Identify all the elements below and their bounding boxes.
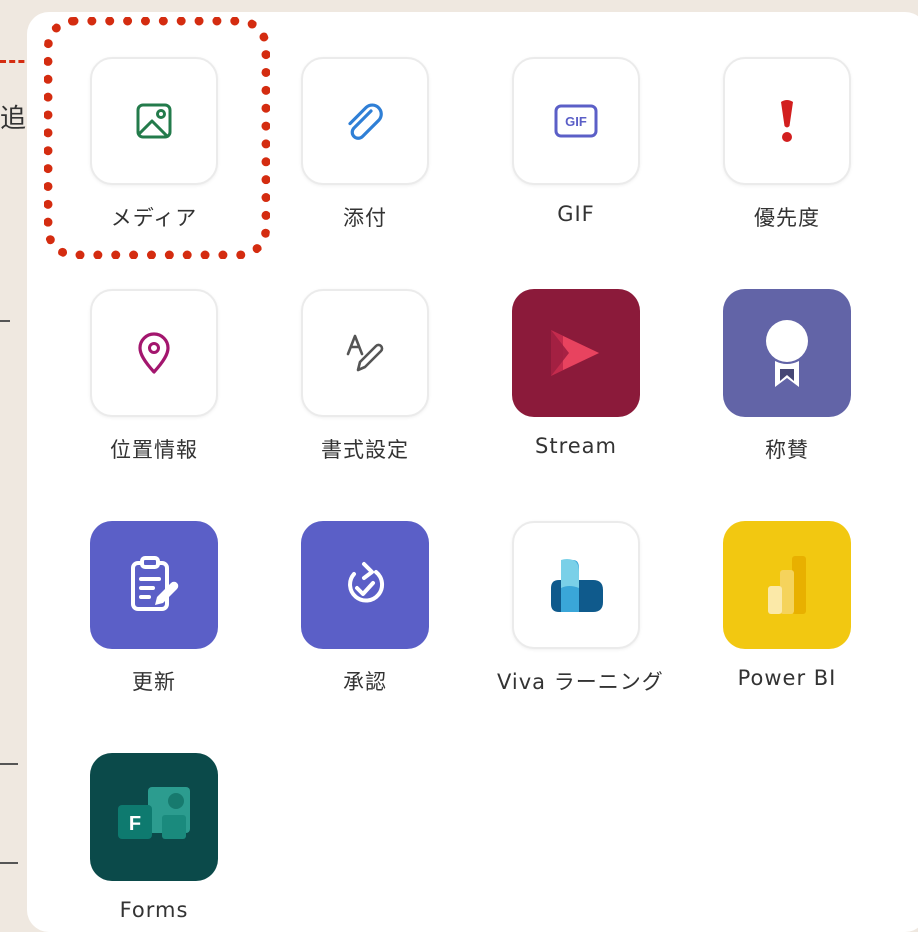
menu-item-label: GIF	[557, 202, 595, 226]
stream-app-icon	[551, 330, 599, 376]
menu-item-label: 承認	[343, 670, 387, 694]
attach-icon-box[interactable]	[301, 57, 429, 185]
format-text-icon	[346, 334, 384, 372]
praise-badge-icon	[766, 320, 808, 387]
exclamation-icon	[781, 100, 793, 142]
menu-item-label: 位置情報	[110, 438, 198, 462]
forms-icon-box[interactable]: F	[90, 753, 218, 881]
formatting-icon-box[interactable]	[301, 289, 429, 417]
forms-icon-letter: F	[129, 813, 141, 835]
viva-learning-icon-box[interactable]	[512, 521, 640, 649]
menu-item-label: 優先度	[754, 206, 820, 230]
background-divider	[0, 320, 10, 322]
background-text-fragment: 追	[0, 104, 27, 134]
menu-item-updates[interactable]: 更新	[75, 521, 233, 696]
highlight-box	[44, 17, 270, 259]
menu-item-attach[interactable]: 添付	[286, 57, 444, 232]
menu-item-label: 称賛	[765, 438, 809, 462]
menu-item-label: 添付	[343, 206, 387, 230]
power-bi-icon-box[interactable]	[723, 521, 851, 649]
menu-item-power-bi[interactable]: Power BI	[708, 521, 866, 690]
menu-item-stream[interactable]: Stream	[497, 289, 655, 458]
menu-item-label: 書式設定	[321, 438, 409, 462]
menu-item-label: Power BI	[737, 666, 837, 690]
menu-item-label: 更新	[132, 670, 176, 694]
menu-item-priority[interactable]: 優先度	[708, 57, 866, 232]
approvals-icon-box[interactable]	[301, 521, 429, 649]
menu-item-label: Viva ラーニング	[497, 670, 664, 694]
viva-learning-icon	[551, 559, 603, 612]
location-icon-box[interactable]	[90, 289, 218, 417]
updates-icon-box[interactable]	[90, 521, 218, 649]
priority-icon-box[interactable]	[723, 57, 851, 185]
updates-clipboard-icon	[131, 556, 179, 611]
paperclip-icon	[348, 103, 383, 140]
menu-item-praise[interactable]: 称賛	[708, 289, 866, 464]
gif-icon-box[interactable]: GIF	[512, 57, 640, 185]
menu-item-label: Forms	[119, 898, 189, 922]
stream-icon-box[interactable]	[512, 289, 640, 417]
menu-item-gif[interactable]: GIF GIF	[497, 57, 655, 226]
approvals-icon	[348, 562, 385, 603]
location-pin-icon	[138, 332, 170, 374]
gif-icon-text: GIF	[565, 114, 587, 129]
background-divider	[0, 763, 18, 765]
praise-icon-box[interactable]	[723, 289, 851, 417]
power-bi-icon	[768, 556, 806, 614]
menu-item-approvals[interactable]: 承認	[286, 521, 444, 696]
menu-item-forms[interactable]: F Forms	[75, 753, 233, 922]
menu-item-formatting[interactable]: 書式設定	[286, 289, 444, 464]
gif-icon: GIF	[554, 104, 598, 138]
menu-item-viva-learning[interactable]: Viva ラーニング	[497, 521, 664, 696]
forms-app-icon: F	[118, 787, 190, 839]
menu-item-label: Stream	[535, 434, 617, 458]
background-divider	[0, 862, 18, 864]
menu-item-location[interactable]: 位置情報	[75, 289, 233, 464]
